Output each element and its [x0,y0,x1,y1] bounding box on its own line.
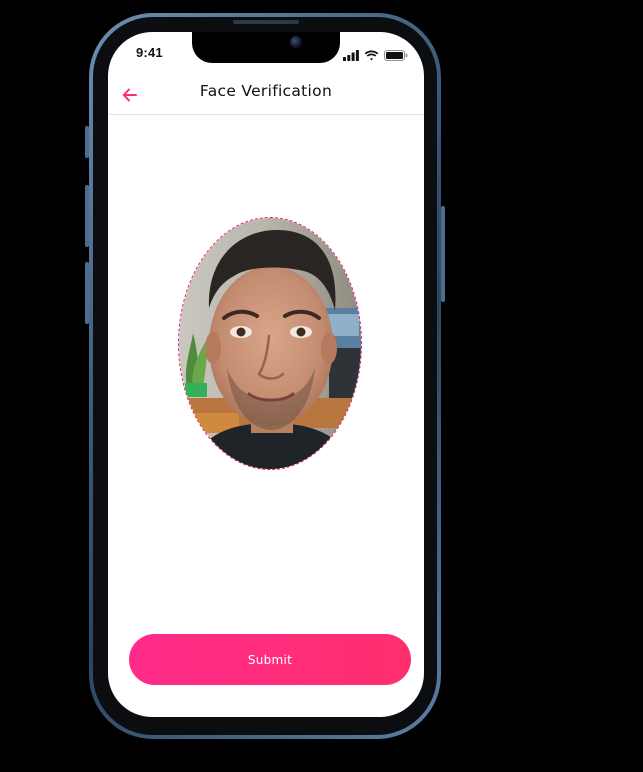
face-capture-preview [178,217,362,470]
wifi-icon [364,46,379,65]
face-photo [179,218,361,469]
phone-screen: 9:41 Face Verification Submit [108,32,424,717]
status-time: 9:41 [136,45,163,60]
mockup-stage: 9:41 Face Verification Submit [0,0,643,772]
battery-icon [384,46,408,65]
page-title: Face Verification [199,82,333,100]
cellular-signal-icon [343,46,359,65]
top-nav-bar: Face Verification [108,76,424,115]
phone-power-button [441,206,445,302]
submit-button[interactable]: Submit [129,634,411,685]
phone-speaker-grill [233,20,299,24]
status-icons [343,46,408,65]
front-camera-icon [290,36,302,48]
submit-button-label: Submit [247,652,293,667]
notch [192,32,340,63]
